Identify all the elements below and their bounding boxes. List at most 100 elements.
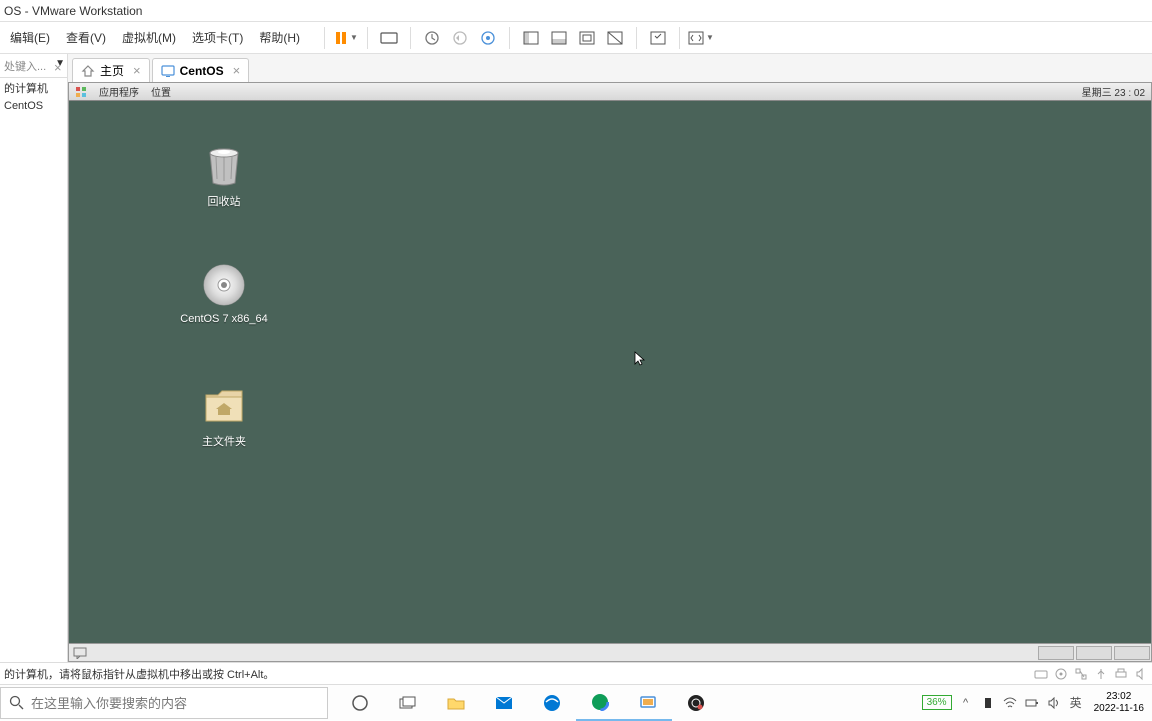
- library-sidebar: 处键入... ▼ 的计算机 CentOS: [0, 54, 68, 662]
- desktop-icon-label: CentOS 7 x86_64: [179, 313, 269, 325]
- power-icon[interactable]: [1024, 695, 1040, 711]
- snapshot-icon: [424, 30, 440, 46]
- close-sidebar-button[interactable]: ×: [54, 60, 62, 75]
- close-icon[interactable]: ×: [233, 63, 241, 78]
- clock-date: 2022-11-16: [1094, 703, 1144, 715]
- pause-icon: [334, 31, 348, 45]
- desktop-icon-home[interactable]: 主文件夹: [179, 381, 269, 449]
- desktop-icon-disc[interactable]: CentOS 7 x86_64: [179, 261, 269, 325]
- gnome-places-menu[interactable]: 位置: [151, 84, 171, 99]
- vm-display[interactable]: 应用程序 位置 星期三 23 : 02 回收站 CentOS 7 x86_64: [68, 82, 1152, 662]
- ime-indicator[interactable]: 英: [1068, 695, 1084, 711]
- usb-icon[interactable]: [1094, 667, 1108, 681]
- network-icon[interactable]: [1074, 667, 1088, 681]
- chevron-up-icon[interactable]: ^: [958, 695, 974, 711]
- gnome-clock[interactable]: 星期三 23 : 02: [1082, 84, 1145, 99]
- taskbar-vmware[interactable]: [624, 685, 672, 721]
- menu-view[interactable]: 查看(V): [58, 25, 114, 50]
- apps-icon: [75, 86, 87, 98]
- sidebar-item-centos[interactable]: CentOS: [0, 98, 67, 114]
- battery-indicator[interactable]: 36%: [922, 695, 952, 710]
- taskbar-mail[interactable]: [480, 685, 528, 721]
- separator: [679, 27, 680, 49]
- quick-switch-icon: [650, 31, 666, 45]
- revert-icon: [452, 30, 468, 46]
- tab-home[interactable]: 主页 ×: [72, 58, 150, 82]
- send-ctrl-alt-del-button[interactable]: [376, 25, 402, 51]
- taskbar-search[interactable]: 在这里输入你要搜索的内容: [0, 687, 328, 719]
- gnome-apps-menu[interactable]: 应用程序: [99, 84, 139, 99]
- sound-icon[interactable]: [1134, 667, 1148, 681]
- tab-home-label: 主页: [100, 62, 124, 79]
- fullscreen-icon: [579, 31, 595, 45]
- separator: [410, 27, 411, 49]
- pause-button[interactable]: ▼: [333, 25, 359, 51]
- search-placeholder: 在这里输入你要搜索的内容: [31, 693, 187, 712]
- harddisk-icon[interactable]: [1034, 667, 1048, 681]
- separator: [636, 27, 637, 49]
- show-sidebar-button[interactable]: [518, 25, 544, 51]
- taskbar-taskview[interactable]: [384, 685, 432, 721]
- toolbar: ▼: [318, 25, 714, 51]
- unity-button[interactable]: [602, 25, 628, 51]
- show-console-button[interactable]: [546, 25, 572, 51]
- revert-snapshot-button[interactable]: [447, 25, 473, 51]
- fullscreen-button[interactable]: [574, 25, 600, 51]
- separator: [324, 27, 325, 49]
- menu-vm[interactable]: 虚拟机(M): [114, 25, 184, 50]
- scroll-box[interactable]: [1114, 646, 1150, 660]
- stretch-button[interactable]: ▼: [688, 25, 714, 51]
- tabs-row: × 主页 × CentOS ×: [68, 54, 1152, 82]
- windows-taskbar: 在这里输入你要搜索的内容 36% ^ 英 23:02 2022-11-16: [0, 684, 1152, 720]
- menu-tabs[interactable]: 选项卡(T): [184, 25, 251, 50]
- cd-icon[interactable]: [1054, 667, 1068, 681]
- statusbar-devices: [1034, 667, 1148, 681]
- gnome-topbar: 应用程序 位置 星期三 23 : 02: [69, 83, 1151, 101]
- unity-icon: [607, 31, 623, 45]
- sidebar-icon: [523, 31, 539, 45]
- snapshot-button[interactable]: [419, 25, 445, 51]
- gnome-topbar-left: 应用程序 位置: [75, 84, 171, 99]
- taskbar-edge-legacy[interactable]: [528, 685, 576, 721]
- dropdown-arrow-icon: ▼: [350, 33, 358, 42]
- menu-help[interactable]: 帮助(H): [251, 25, 308, 50]
- taskbar-obs[interactable]: [672, 685, 720, 721]
- taskbar-edge[interactable]: [576, 685, 624, 721]
- keyboard-icon: [380, 30, 398, 46]
- statusbar-text: 的计算机，请将鼠标指针从虚拟机中移出或按 Ctrl+Alt。: [4, 666, 274, 682]
- scroll-box[interactable]: [1038, 646, 1074, 660]
- wifi-icon[interactable]: [1002, 695, 1018, 711]
- tab-centos-label: CentOS: [180, 64, 224, 78]
- home-icon: [81, 64, 95, 78]
- mouse-cursor-icon: [634, 351, 646, 367]
- vm-icon: [161, 64, 175, 78]
- menu-edit[interactable]: 编辑(E): [2, 25, 58, 50]
- tab-centos[interactable]: CentOS ×: [152, 58, 250, 82]
- vm-statusbar: [69, 643, 1151, 661]
- taskbar-cortana[interactable]: [336, 685, 384, 721]
- desktop-icon-trash[interactable]: 回收站: [179, 141, 269, 209]
- search-icon: [9, 695, 25, 711]
- content-area: × 主页 × CentOS × 应用程序 位置 星期三 23 : 02: [68, 54, 1152, 662]
- snapshot-manager-button[interactable]: [475, 25, 501, 51]
- taskbar-clock[interactable]: 23:02 2022-11-16: [1090, 691, 1148, 715]
- taskbar-explorer[interactable]: [432, 685, 480, 721]
- scroll-box[interactable]: [1076, 646, 1112, 660]
- volume-icon[interactable]: [1046, 695, 1062, 711]
- stretch-icon: [688, 31, 704, 45]
- sidebar-item-mycomputer[interactable]: 的计算机: [0, 78, 67, 98]
- window-titlebar: OS - VMware Workstation: [0, 0, 1152, 22]
- printer-icon[interactable]: [1114, 667, 1128, 681]
- close-icon[interactable]: ×: [133, 63, 141, 78]
- console-icon: [551, 31, 567, 45]
- folder-home-icon: [200, 381, 248, 429]
- usb-tray-icon[interactable]: [980, 695, 996, 711]
- quick-switch-button[interactable]: [645, 25, 671, 51]
- snapshot-manager-icon: [480, 30, 496, 46]
- gnome-desktop[interactable]: 回收站 CentOS 7 x86_64 主文件夹: [69, 101, 1151, 643]
- statusbar: 的计算机，请将鼠标指针从虚拟机中移出或按 Ctrl+Alt。: [0, 662, 1152, 684]
- sidebar-search-placeholder: 处键入...: [4, 58, 46, 74]
- disc-icon: [200, 261, 248, 309]
- vm-message-icon[interactable]: [69, 647, 91, 659]
- menubar: 编辑(E) 查看(V) 虚拟机(M) 选项卡(T) 帮助(H) ▼: [0, 22, 1152, 54]
